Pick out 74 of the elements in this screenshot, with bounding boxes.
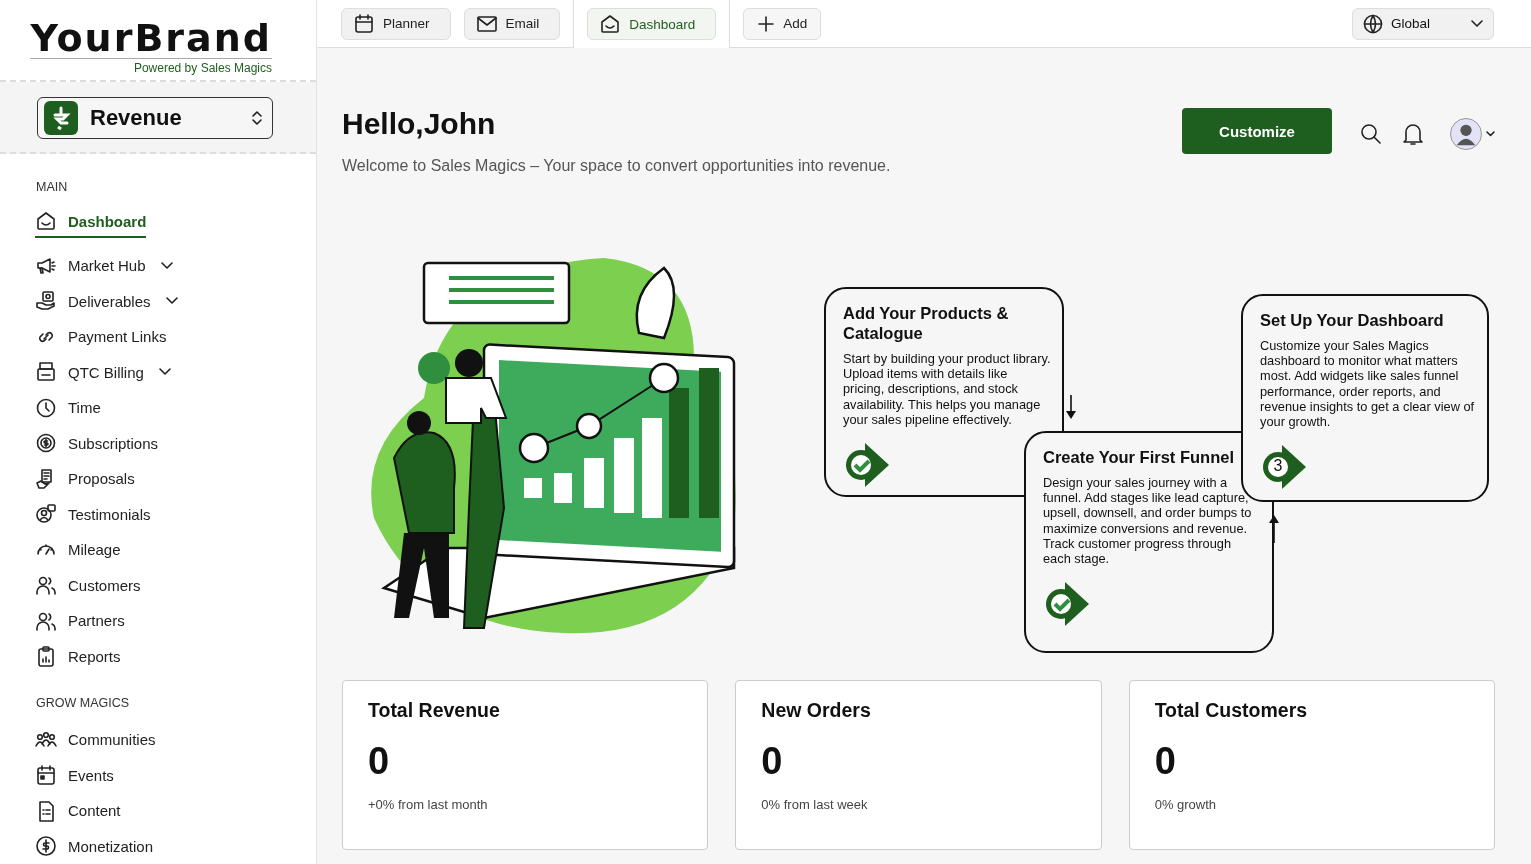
customize-button[interactable]: Customize bbox=[1182, 108, 1332, 154]
sidebar-item[interactable]: Reports bbox=[35, 638, 121, 674]
chevron-down-icon bbox=[165, 297, 178, 306]
step-description: Start by building your product library. Upload items with details like pricing, descriptions, and stock availability. This helps you manage your sales pipeline effectively. bbox=[843, 351, 1052, 427]
sidebar-item[interactable]: Events bbox=[35, 757, 114, 793]
sidebar-item[interactable]: Market Hub bbox=[35, 248, 173, 284]
updown-icon bbox=[252, 111, 262, 125]
search-icon[interactable] bbox=[1360, 123, 1382, 145]
step-description: Design your sales journey with a funnel. Add stages like lead capture, upsell, downsell, and order bumps to maximize conversions and revenue. Track customer progress through each stage. bbox=[1043, 475, 1253, 567]
chevron-down-icon bbox=[158, 368, 171, 377]
stat-change: 0% growth bbox=[1154, 797, 1218, 812]
sidebar-item[interactable]: Dashboard bbox=[35, 206, 147, 238]
hand-money-icon bbox=[35, 290, 57, 313]
clipboard-chart-icon bbox=[35, 645, 57, 668]
avatar-icon[interactable] bbox=[1450, 118, 1482, 150]
chevron-down-icon bbox=[160, 261, 173, 270]
sidebar-item[interactable]: Subscriptions bbox=[35, 425, 159, 461]
coin-cycle-icon bbox=[35, 432, 57, 455]
check-step-icon bbox=[843, 441, 891, 489]
stat-value: 0 bbox=[1154, 740, 1177, 783]
sidebar-item[interactable]: Content bbox=[35, 793, 121, 829]
brand-tagline: Powered by Sales Magics bbox=[133, 61, 272, 75]
stat-title: Total Revenue bbox=[368, 699, 501, 722]
stat-title: Total Customers bbox=[1154, 699, 1309, 722]
globe-icon bbox=[1363, 13, 1383, 34]
caret-icon[interactable] bbox=[1486, 131, 1495, 137]
people-icon bbox=[35, 574, 57, 597]
step-title: Add Your Products & Catalogue bbox=[843, 303, 1010, 343]
greeting-title: Hello,John bbox=[342, 106, 497, 142]
stat-title: New Orders bbox=[761, 699, 872, 722]
sidebar-item[interactable]: Partners bbox=[35, 603, 125, 639]
sidebar-item[interactable]: Deliverables bbox=[35, 283, 178, 319]
workspace-select[interactable]: Revenue bbox=[37, 97, 273, 139]
house-icon bbox=[600, 14, 621, 34]
sidebar-item[interactable]: Payment Links bbox=[35, 319, 167, 355]
clock-icon bbox=[35, 396, 57, 419]
person-badge-icon bbox=[35, 503, 57, 526]
sidebar-item[interactable]: Time bbox=[35, 390, 101, 426]
welcome-text: Welcome to Sales Magics – Your space to convert opportunities into revenue. bbox=[342, 157, 892, 175]
bell-icon[interactable] bbox=[1402, 122, 1424, 146]
section-heading: MAIN bbox=[36, 180, 69, 194]
sidebar-item[interactable]: Customers bbox=[35, 567, 141, 603]
calendar-icon bbox=[354, 13, 374, 34]
step-number-badge: 3 bbox=[1260, 443, 1308, 492]
sidebar-item[interactable]: QTC Billing bbox=[35, 354, 171, 390]
stat-value: 0 bbox=[761, 740, 784, 783]
stat-change: +0% from last month bbox=[368, 797, 489, 812]
chevron-down-icon bbox=[1471, 19, 1483, 28]
check-step-icon bbox=[1043, 580, 1091, 629]
sidebar-item[interactable]: Proposals bbox=[35, 461, 135, 497]
step-description: Customize your Sales Magics dashboard to monitor what matters most. Add widgets like sales funnel performance, order reports, and revenue insights to get a clear view of your growth. bbox=[1260, 338, 1476, 430]
printer-icon bbox=[35, 361, 57, 384]
tab[interactable]: Planner bbox=[341, 7, 451, 40]
sidebar-item[interactable]: Mileage bbox=[35, 532, 121, 568]
connector-arrow bbox=[1066, 395, 1076, 419]
envelope-icon bbox=[476, 15, 497, 32]
stat-value: 0 bbox=[368, 740, 391, 783]
step-title: Create Your First Funnel bbox=[1043, 447, 1235, 467]
step-title: Set Up Your Dashboard bbox=[1260, 310, 1445, 330]
dollar-icon bbox=[35, 835, 57, 858]
tab[interactable]: Dashboard bbox=[587, 8, 717, 40]
plus-icon bbox=[758, 15, 775, 32]
calendar-icon bbox=[35, 764, 57, 787]
house-icon bbox=[35, 210, 57, 232]
region-select[interactable]: Global bbox=[1352, 7, 1494, 40]
tab[interactable]: Email bbox=[463, 7, 561, 40]
brand-logo: YourBrand bbox=[30, 18, 272, 59]
stat-change: 0% from last week bbox=[761, 797, 869, 812]
money-hand-icon bbox=[44, 101, 78, 135]
section-heading: GROW MAGICS bbox=[36, 696, 131, 710]
sidebar-item[interactable]: Monetization bbox=[35, 828, 154, 864]
sidebar-item[interactable]: Testimonials bbox=[35, 496, 151, 532]
add-button[interactable]: Add bbox=[743, 7, 822, 40]
sidebar-item[interactable]: Communities bbox=[35, 722, 156, 758]
